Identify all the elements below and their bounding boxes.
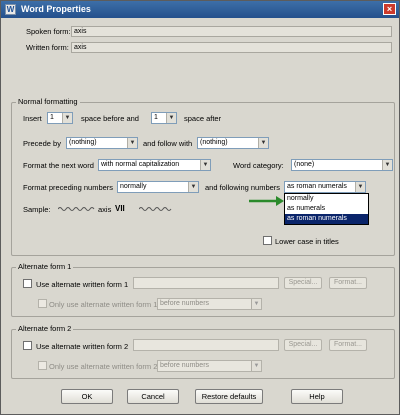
spoken-form-field[interactable]: axis xyxy=(71,26,392,37)
alternate-1-position-select[interactable]: before numbers ▼ xyxy=(157,298,262,310)
normal-formatting-legend: Normal formatting xyxy=(16,97,80,106)
sample-wave-left-icon xyxy=(58,207,95,211)
alt1-special-button[interactable]: Special... xyxy=(284,277,322,289)
word-properties-dialog: W Word Properties × Spoken form: axis Wr… xyxy=(0,0,400,415)
dropdown-option-normally[interactable]: normally xyxy=(285,194,368,204)
alternate-1-position-value: before numbers xyxy=(160,300,210,307)
alternate-2-input[interactable] xyxy=(133,339,279,351)
chevron-down-icon: ▼ xyxy=(258,138,268,148)
word-category-label: Word category: xyxy=(233,161,284,170)
chevron-down-icon: ▼ xyxy=(188,182,198,192)
capitalization-select[interactable]: with normal capitalization ▼ xyxy=(98,159,211,171)
alt2-special-button[interactable]: Special... xyxy=(284,339,322,351)
arrow-pointer-icon xyxy=(249,196,284,206)
alternate-2-position-value: before numbers xyxy=(160,362,210,369)
help-button[interactable]: Help xyxy=(291,389,343,404)
chevron-down-icon: ▼ xyxy=(166,113,176,123)
chevron-down-icon: ▼ xyxy=(382,160,392,170)
close-icon[interactable]: × xyxy=(383,3,396,15)
alternate-form-1-legend: Alternate form 1 xyxy=(16,262,74,271)
cancel-button[interactable]: Cancel xyxy=(127,389,179,404)
use-alternate-1-label: Use alternate written form 1 xyxy=(36,280,129,289)
app-icon: W xyxy=(5,4,16,15)
preceding-numbers-value: normally xyxy=(120,183,147,190)
space-after-label: space after xyxy=(184,114,222,123)
chevron-down-icon: ▼ xyxy=(355,182,365,192)
alternate-form-2-legend: Alternate form 2 xyxy=(16,324,74,333)
ok-button[interactable]: OK xyxy=(61,389,113,404)
use-alternate-2-label: Use alternate written form 2 xyxy=(36,342,129,351)
alt2-format-button[interactable]: Format... xyxy=(329,339,367,351)
window-title: Word Properties xyxy=(21,4,91,14)
alternate-1-input[interactable] xyxy=(133,277,279,289)
use-alternate-2-checkbox[interactable] xyxy=(23,341,32,350)
follow-with-select[interactable]: (nothing) ▼ xyxy=(197,137,269,149)
sample-wave-right-icon xyxy=(139,207,172,211)
sample-word: axis xyxy=(98,205,112,214)
format-preceding-label: Format preceding numbers xyxy=(23,183,114,192)
follow-with-value: (nothing) xyxy=(200,139,228,146)
written-form-field[interactable]: axis xyxy=(71,42,392,53)
insert-label: Insert xyxy=(23,114,42,123)
space-after-select[interactable]: 1 ▼ xyxy=(151,112,177,124)
chevron-down-icon: ▼ xyxy=(251,361,261,371)
word-category-value: (none) xyxy=(294,161,315,168)
word-category-select[interactable]: (none) ▼ xyxy=(291,159,393,171)
preceding-numbers-select[interactable]: normally ▼ xyxy=(117,181,199,193)
capitalization-value: with normal capitalization xyxy=(101,161,180,168)
only-alternate-2-label: Only use alternate written form 2 xyxy=(49,362,158,371)
written-form-label: Written form: xyxy=(26,43,69,52)
title-bar: W Word Properties × xyxy=(1,1,399,18)
space-before-label: space before and xyxy=(81,114,139,123)
space-before-select[interactable]: 1 ▼ xyxy=(47,112,73,124)
lowercase-titles-label: Lower case in titles xyxy=(275,237,339,246)
dropdown-option-as-roman-numerals[interactable]: as roman numerals xyxy=(285,214,368,224)
following-numbers-label: and following numbers xyxy=(205,183,281,192)
chevron-down-icon: ▼ xyxy=(127,138,137,148)
use-alternate-1-checkbox[interactable] xyxy=(23,279,32,288)
precede-by-label: Precede by xyxy=(23,139,61,148)
chevron-down-icon: ▼ xyxy=(200,160,210,170)
only-alternate-1-checkbox[interactable] xyxy=(38,299,47,308)
spoken-form-label: Spoken form: xyxy=(26,27,71,36)
space-after-value: 1 xyxy=(154,114,158,121)
space-before-value: 1 xyxy=(50,114,54,121)
follow-with-label: and follow with xyxy=(143,139,193,148)
alternate-2-position-select[interactable]: before numbers ▼ xyxy=(157,360,262,372)
sample-label: Sample: xyxy=(23,205,51,214)
chevron-down-icon: ▼ xyxy=(62,113,72,123)
following-numbers-select[interactable]: as roman numerals ▼ xyxy=(284,181,366,193)
only-alternate-2-checkbox[interactable] xyxy=(38,361,47,370)
sample-numeral: VII xyxy=(115,204,125,213)
dropdown-option-as-numerals[interactable]: as numerals xyxy=(285,204,368,214)
lowercase-titles-checkbox[interactable] xyxy=(263,236,272,245)
alt1-format-button[interactable]: Format... xyxy=(329,277,367,289)
only-alternate-1-label: Only use alternate written form 1 xyxy=(49,300,158,309)
restore-defaults-button[interactable]: Restore defaults xyxy=(195,389,263,404)
following-numbers-dropdown-list: normally as numerals as roman numerals xyxy=(284,193,369,225)
normal-formatting-group: Normal formatting xyxy=(11,97,395,256)
format-next-word-label: Format the next word xyxy=(23,161,94,170)
chevron-down-icon: ▼ xyxy=(251,299,261,309)
following-numbers-value: as roman numerals xyxy=(287,183,347,190)
precede-by-value: (nothing) xyxy=(69,139,97,146)
precede-by-select[interactable]: (nothing) ▼ xyxy=(66,137,138,149)
